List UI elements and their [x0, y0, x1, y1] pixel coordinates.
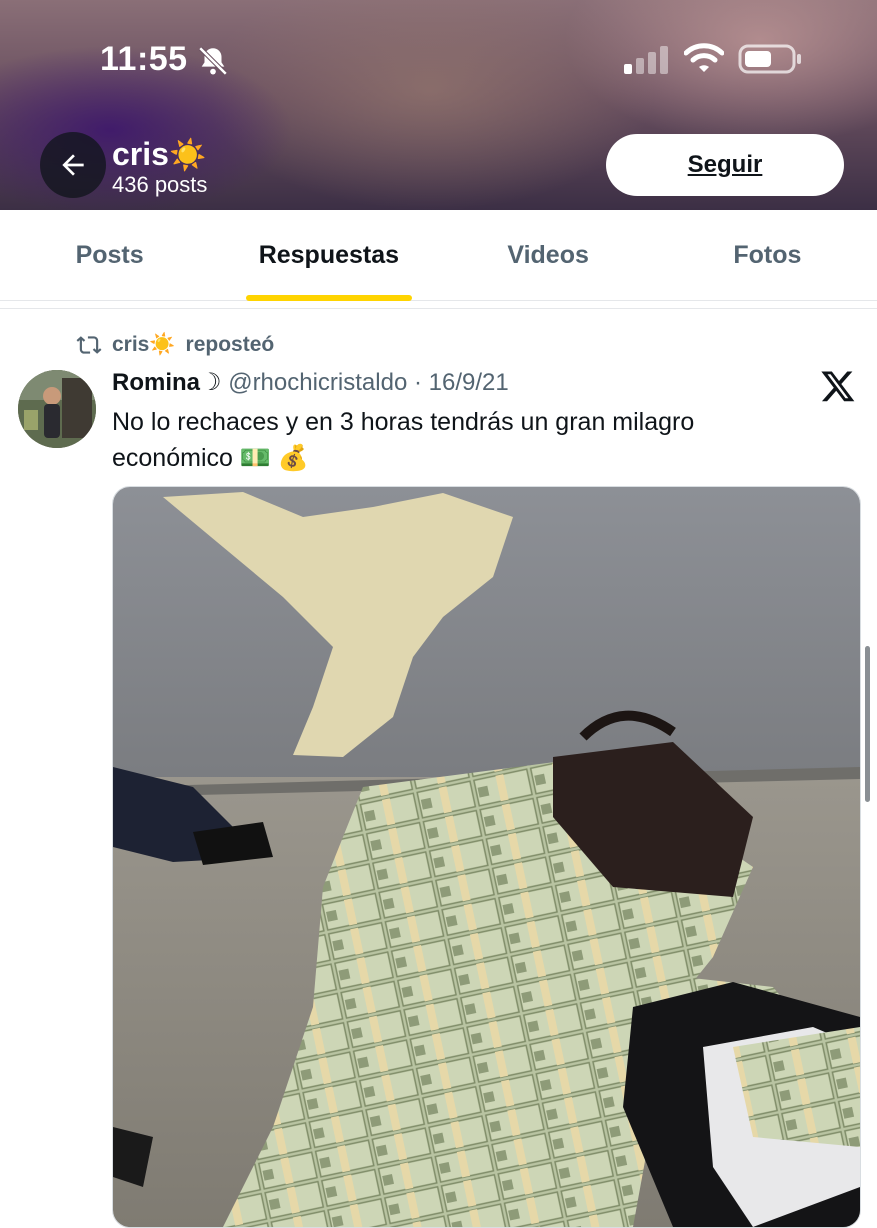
cellular-signal-icon: [624, 46, 668, 74]
sun-emoji: ☀️: [168, 139, 207, 172]
tab-fotos[interactable]: Fotos: [658, 210, 877, 300]
divider: [0, 308, 877, 309]
tab-label: Fotos: [733, 240, 802, 269]
x-logo-icon: [821, 371, 855, 402]
repost-label: reposteó: [185, 333, 275, 356]
tweet-handle[interactable]: @rhochicristaldo: [228, 369, 407, 396]
tweet-text: No lo rechaces y en 3 horas tendrás un g…: [112, 408, 695, 472]
profile-name-text: cris: [112, 136, 169, 172]
profile-tabs: Posts Respuestas Videos Fotos: [0, 210, 877, 301]
arrow-left-icon: [62, 154, 84, 176]
repost-context[interactable]: cris☀️ reposteó: [76, 332, 274, 358]
tab-posts[interactable]: Posts: [0, 210, 219, 300]
avatar-photo: [18, 370, 96, 448]
tweet-separator: ·: [413, 369, 422, 396]
repost-icon: [76, 336, 102, 354]
tweet-date[interactable]: 16/9/21: [429, 369, 509, 396]
tab-label: Videos: [507, 240, 589, 269]
scrollbar[interactable]: [865, 646, 870, 802]
wifi-icon: [684, 43, 724, 72]
sun-emoji: ☀️: [149, 333, 176, 356]
battery-icon: [738, 44, 801, 74]
repost-user-name: cris: [112, 333, 150, 356]
tweet-media-image[interactable]: [112, 486, 861, 1228]
follow-button[interactable]: Seguir: [606, 134, 844, 196]
avatar[interactable]: [18, 370, 96, 448]
tweet-author[interactable]: Romina☽: [112, 369, 222, 396]
tab-respuestas[interactable]: Respuestas: [219, 210, 438, 301]
status-time: 11:55: [100, 40, 188, 78]
money-photo: [113, 487, 860, 1227]
bell-slash-icon: [198, 46, 228, 76]
post-count: 436 posts: [112, 172, 208, 197]
tab-label: Posts: [75, 240, 144, 269]
tweet-header: Romina☽ @rhochicristaldo · 16/9/21: [112, 368, 509, 397]
active-tab-indicator: [245, 295, 412, 301]
back-button[interactable]: [40, 132, 106, 198]
tab-label: Respuestas: [258, 240, 400, 269]
repost-user: cris☀️: [112, 333, 176, 357]
profile-header-banner: 11:55 cris☀️ 436 posts Seguir: [0, 0, 877, 210]
tab-videos[interactable]: Videos: [439, 210, 658, 300]
profile-name: cris☀️: [112, 136, 206, 173]
